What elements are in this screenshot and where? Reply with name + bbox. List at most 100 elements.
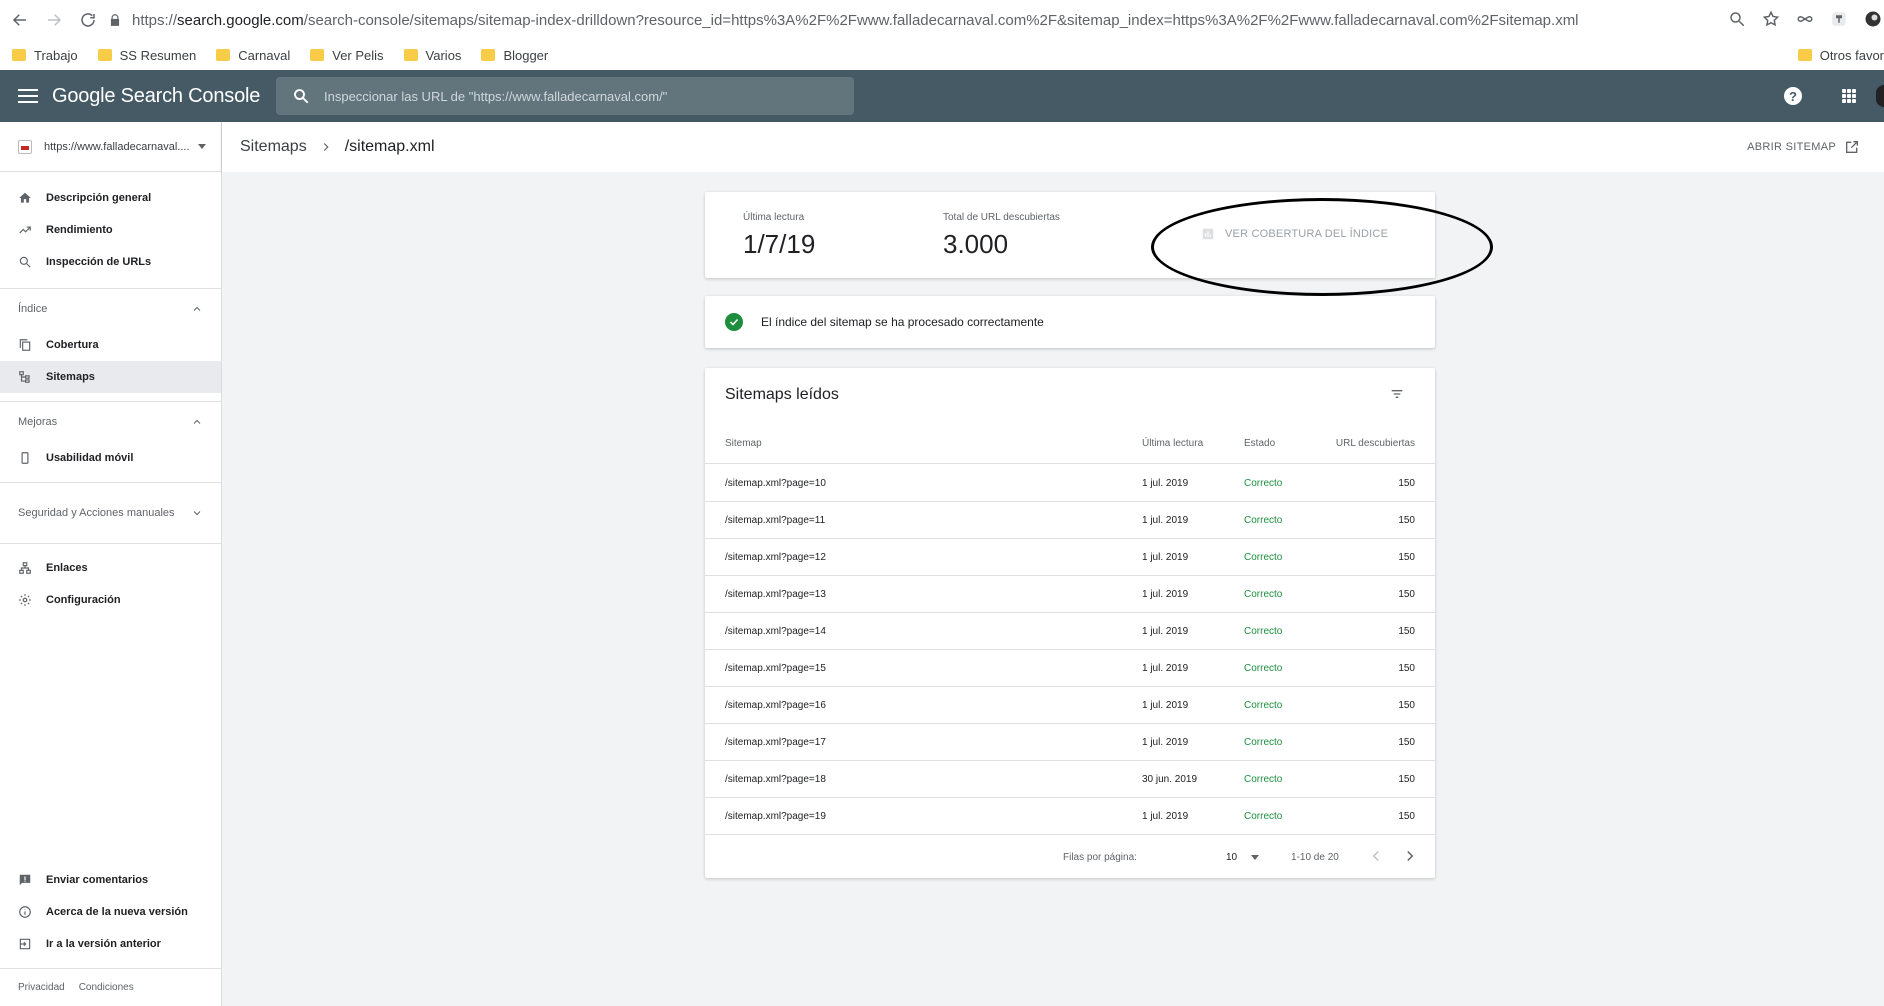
sidebar-item-settings[interactable]: Configuración [0,584,221,616]
sidebar-item-links[interactable]: Enlaces [0,552,221,584]
sidebar-item-feedback[interactable]: Enviar comentarios [0,864,221,896]
sidebar-item-about-new-version[interactable]: Acerca de la nueva versión [0,896,221,928]
page-range: 1-10 de 20 [1291,852,1339,863]
section-improvements: Mejoras Usabilidad móvil [0,401,221,482]
section-index-header[interactable]: Índice [0,289,221,329]
bookmark-varios[interactable]: Varios [403,48,461,63]
table-row[interactable]: /sitemap.xml?page=19 1 jul. 2019 Correcto 1… [705,798,1435,835]
url-text: https://search.google.com/search-console… [132,12,1579,29]
table-row[interactable]: /sitemap.xml?page=18 30 jun. 2019 Correcto… [705,761,1435,798]
sidebar-item-label: Rendimiento [46,224,113,236]
reload-icon[interactable] [74,6,102,34]
table-row[interactable]: /sitemap.xml?page=12 1 jul. 2019 Correcto 1… [705,539,1435,576]
sidebar: https://www.falladecarnaval.... Descripc… [0,122,222,1006]
table-row[interactable]: /sitemap.xml?page=10 1 jul. 2019 Correcto 1… [705,465,1435,502]
bookmark-trabajo[interactable]: Trabajo [12,48,78,63]
column-header-last-read[interactable]: Última lectura [1142,438,1203,449]
next-page-icon[interactable] [1401,847,1419,865]
terms-link[interactable]: Condiciones [79,982,134,993]
column-header-urls[interactable]: URL descubiertas [1336,438,1415,449]
coverage-icon [19,339,31,351]
sidebar-item-performance[interactable]: Rendimiento [0,214,221,246]
sidebar-item-label: Cobertura [46,339,99,351]
bookmark-label: Ver Pelis [332,47,384,63]
sidebar-item-overview[interactable]: Descripción general [0,182,221,214]
url-scheme: https:// [132,11,178,29]
chevron-right-icon [323,143,329,151]
cell-urls: 150 [1398,515,1415,526]
table-row[interactable]: /sitemap.xml?page=13 1 jul. 2019 Correcto 1… [705,576,1435,613]
stat-last-read: Última lectura 1/7/19 [743,212,815,260]
profile-avatar[interactable] [1862,8,1884,30]
prev-page-icon[interactable] [1367,847,1385,865]
table-pagination: Filas por página: 10 1-10 de 20 [705,836,1435,878]
sidebar-item-label: Usabilidad móvil [46,452,134,464]
sidebar-item-url-inspection[interactable]: Inspección de URLs [0,246,221,278]
section-security-header[interactable]: Seguridad y Acciones manuales [0,483,221,543]
apps-grid-icon[interactable] [1842,89,1856,103]
section-improvements-header[interactable]: Mejoras [0,402,221,442]
forward-icon[interactable] [40,6,68,34]
sidebar-item-label: Configuración [46,594,121,606]
bookmark-blogger[interactable]: Blogger [481,48,548,63]
property-selector[interactable]: https://www.falladecarnaval.... [0,122,221,172]
cell-last-read: 1 jul. 2019 [1142,626,1189,637]
bookmark-ss-resumen[interactable]: SS Resumen [97,48,196,63]
sidebar-item-old-version[interactable]: Ir a la versión anterior [0,928,221,960]
bookmark-other[interactable]: Otros favor [1792,40,1884,70]
extension-infinity-icon[interactable] [1794,8,1816,30]
chevron-up-icon [193,419,201,424]
column-header-status[interactable]: Estado [1244,438,1275,449]
table-row[interactable]: /sitemap.xml?page=14 1 jul. 2019 Correcto 1… [705,613,1435,650]
bookmark-carnaval[interactable]: Carnaval [216,48,290,63]
sidebar-item-mobile-usability[interactable]: Usabilidad móvil [0,442,221,474]
section-label: Índice [18,303,48,315]
url-path: /search-console/sitemaps/sitemap-index-d… [303,11,1579,29]
cell-sitemap: /sitemap.xml?page=11 [725,515,826,526]
stat-label: Total de URL descubiertas [943,212,1060,223]
account-avatar[interactable] [1876,85,1884,107]
address-bar[interactable]: https://search.google.com/search-console… [108,5,1758,35]
bookmark-ver-pelis[interactable]: Ver Pelis [310,47,384,63]
table-row[interactable]: /sitemap.xml?page=17 1 jul. 2019 Correcto 1… [705,724,1435,761]
filter-icon[interactable] [1389,386,1405,402]
bookmark-label: Trabajo [34,47,78,63]
section-index: Índice Cobertura Sitemaps [0,288,221,401]
url-inspection-search[interactable] [276,77,854,115]
cell-sitemap: /sitemap.xml?page=14 [725,626,826,637]
section-other: Enlaces Configuración [0,543,221,616]
bookmark-label: Carnaval [238,47,291,63]
folder-icon [12,49,26,61]
feedback-icon [19,874,31,886]
breadcrumb-sitemaps[interactable]: Sitemaps [240,138,307,156]
zoom-icon[interactable] [1726,8,1748,30]
privacy-link[interactable]: Privacidad [18,982,65,993]
open-sitemap-button[interactable]: ABRIR SITEMAP [1747,139,1860,155]
table-row[interactable]: /sitemap.xml?page=11 1 jul. 2019 Correcto 1… [705,502,1435,539]
column-header-sitemap[interactable]: Sitemap [725,438,762,449]
table-row[interactable]: /sitemap.xml?page=16 1 jul. 2019 Correcto 1… [705,687,1435,724]
folder-icon [310,49,325,61]
gear-icon [19,594,31,606]
cell-last-read: 1 jul. 2019 [1142,737,1189,748]
cell-status: Correcto [1244,626,1283,637]
extension-icon[interactable] [1828,8,1850,30]
rows-per-page-select[interactable]: 10 [1226,852,1260,863]
chevron-down-icon [1251,855,1260,860]
sidebar-item-sitemaps[interactable]: Sitemaps [0,361,221,393]
search-input[interactable] [324,88,824,104]
table-row[interactable]: /sitemap.xml?page=15 1 jul. 2019 Correcto 1… [705,650,1435,687]
back-icon[interactable] [6,6,34,34]
sidebar-item-coverage[interactable]: Cobertura [0,329,221,361]
table-header: Sitemap Última lectura Estado URL descub… [705,428,1435,464]
star-icon[interactable] [1760,8,1782,30]
cell-status: Correcto [1244,589,1283,600]
menu-icon[interactable] [18,89,38,103]
processing-status-card: El índice del sitemap se ha procesado co… [705,296,1435,348]
home-icon [19,192,31,203]
help-icon[interactable]: ? [1784,87,1802,105]
cell-status: Correcto [1244,552,1283,563]
property-favicon-icon [18,139,32,154]
info-icon [19,906,31,918]
section-label: Mejoras [18,416,58,428]
